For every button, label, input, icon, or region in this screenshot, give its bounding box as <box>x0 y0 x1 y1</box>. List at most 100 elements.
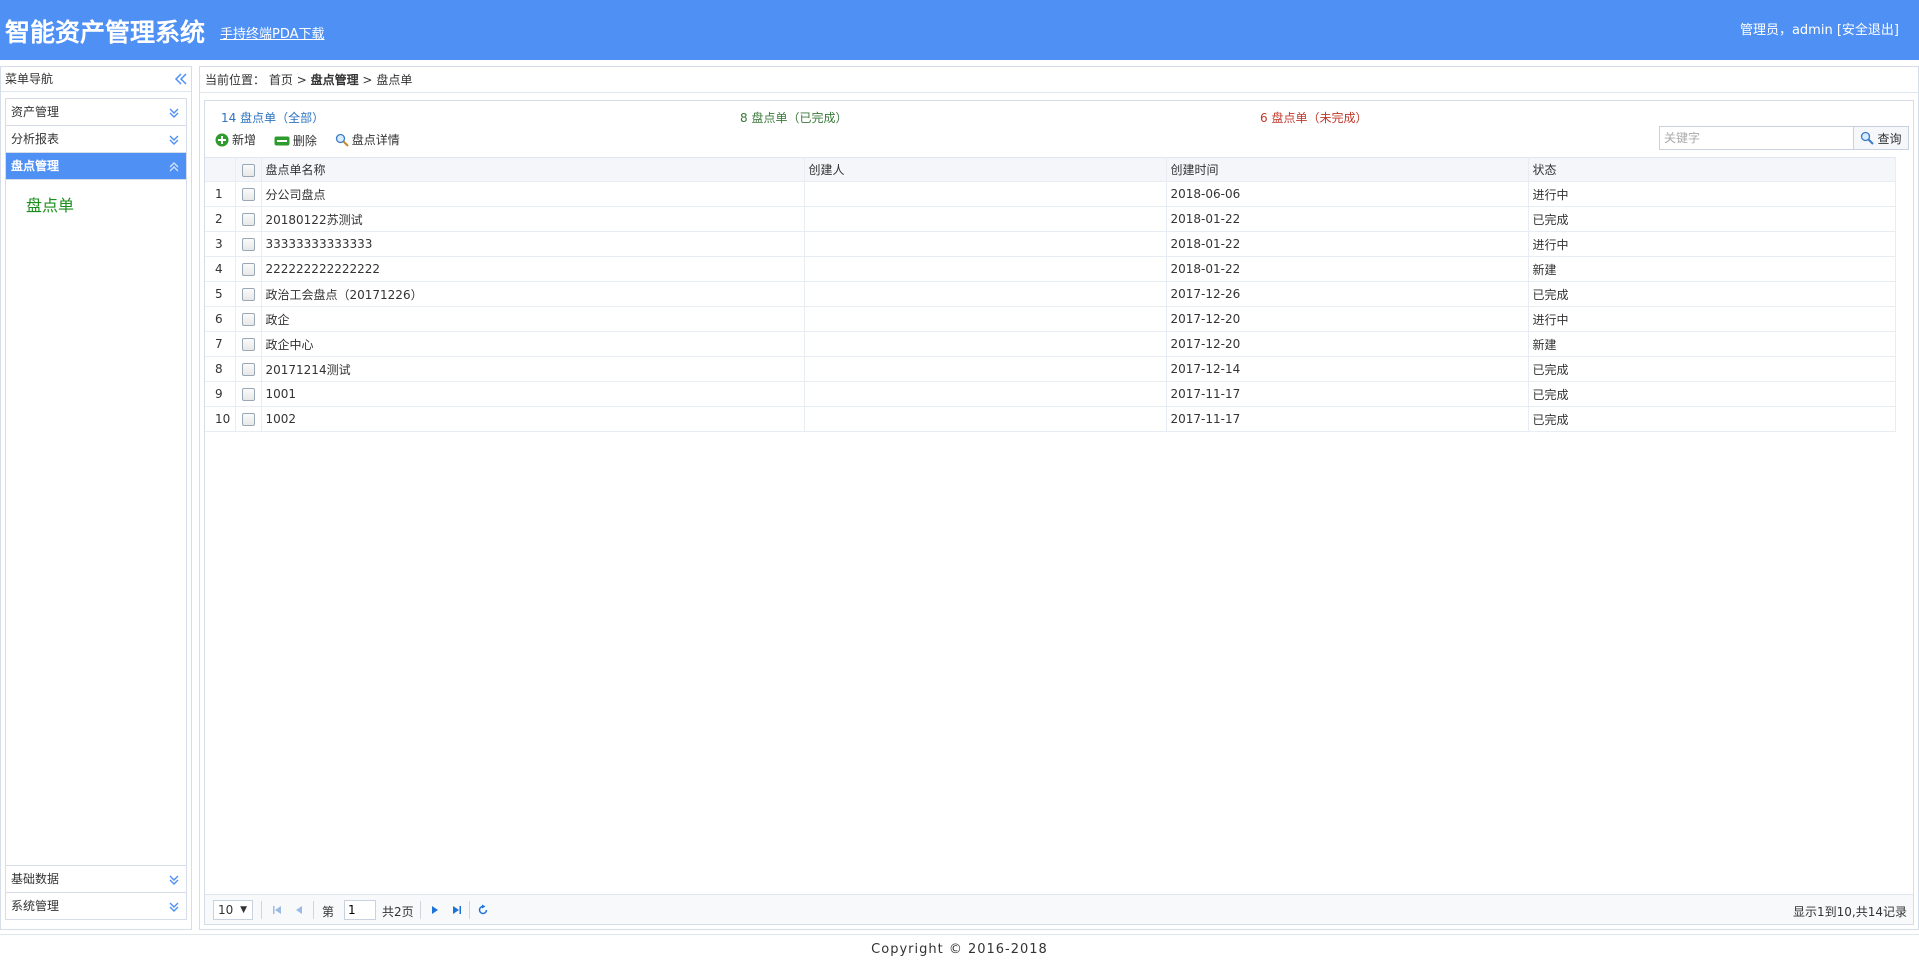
cell-name: 20171214测试 <box>261 356 805 382</box>
cell-time: 2017-12-26 <box>1166 281 1529 307</box>
row-checkbox-cell[interactable] <box>235 281 262 307</box>
row-checkbox[interactable] <box>241 188 255 201</box>
row-checkbox[interactable] <box>241 288 255 301</box>
page-size-select[interactable]: 10 ▼ <box>213 900 253 920</box>
sidebar-item-analysis-report[interactable]: 分析报表 <box>6 126 186 153</box>
row-checkbox[interactable] <box>241 213 255 226</box>
row-checkbox-cell[interactable] <box>235 231 262 257</box>
cell-status: 已完成 <box>1528 281 1896 307</box>
page-size-value: 10 <box>218 903 234 917</box>
delete-button[interactable]: 删除 <box>274 132 317 149</box>
cell-creator <box>804 331 1167 357</box>
refresh-icon[interactable] <box>477 904 489 916</box>
row-checkbox-cell[interactable] <box>235 256 262 282</box>
cell-creator <box>804 281 1167 307</box>
row-checkbox-cell[interactable] <box>235 406 262 432</box>
cell-creator <box>804 306 1167 332</box>
row-number: 5 <box>205 281 236 307</box>
row-checkbox-cell[interactable] <box>235 331 262 357</box>
row-checkbox-cell[interactable] <box>235 381 262 407</box>
table-row[interactable]: 1 分公司盘点 2018-06-06 进行中 <box>205 181 1896 207</box>
cell-creator <box>804 181 1167 207</box>
cell-status: 已完成 <box>1528 406 1896 432</box>
search-box: 查询 <box>1659 126 1909 150</box>
double-chevron-up-icon <box>169 162 179 172</box>
table-row[interactable]: 5 政治工会盘点（20171226） 2017-12-26 已完成 <box>205 281 1896 307</box>
row-checkbox[interactable] <box>241 338 255 351</box>
first-page-icon[interactable] <box>271 904 283 916</box>
cell-creator <box>804 231 1167 257</box>
pda-download-link[interactable]: 手持终端PDA下载 <box>220 23 325 42</box>
detail-button-label: 盘点详情 <box>351 133 400 147</box>
row-checkbox-cell[interactable] <box>235 306 262 332</box>
cell-name: 政企 <box>261 306 805 332</box>
select-all-checkbox[interactable] <box>241 163 255 177</box>
table-row[interactable]: 10 1002 2017-11-17 已完成 <box>205 406 1896 432</box>
row-checkbox-cell[interactable] <box>235 206 262 232</box>
dropdown-arrow-icon: ▼ <box>240 905 247 915</box>
cell-name: 政企中心 <box>261 331 805 357</box>
prev-page-icon[interactable] <box>293 904 305 916</box>
table-row[interactable]: 4 222222222222222 2018-01-22 新建 <box>205 256 1896 282</box>
add-button[interactable]: 新增 <box>215 131 256 148</box>
row-checkbox-cell[interactable] <box>235 356 262 382</box>
row-checkbox[interactable] <box>241 388 255 401</box>
detail-button[interactable]: 盘点详情 <box>335 131 400 148</box>
page-total: 共2页 <box>382 905 414 919</box>
search-button[interactable]: 查询 <box>1854 126 1909 150</box>
cell-name: 20180122苏测试 <box>261 206 805 232</box>
row-number: 10 <box>205 406 236 432</box>
accordion-top: 资产管理 分析报表 盘点管理 盘点单 基础数据 系统管理 <box>5 99 187 920</box>
table-row[interactable]: 7 政企中心 2017-12-20 新建 <box>205 331 1896 357</box>
breadcrumb-prefix: 当前位置： <box>205 73 266 87</box>
sidebar-title: 菜单导航 <box>5 72 54 86</box>
summary-all[interactable]: 14 盘点单（全部） <box>221 109 324 126</box>
select-all-header[interactable] <box>235 157 262 182</box>
inventory-panel: 14 盘点单（全部） 8 盘点单（已完成） 6 盘点单（未完成） 新增 删除 盘… <box>204 100 1914 925</box>
search-button-label: 查询 <box>1877 131 1902 146</box>
menu-item-inventory-sheet[interactable]: 盘点单 <box>6 180 186 216</box>
summary-done[interactable]: 8 盘点单（已完成） <box>740 109 847 126</box>
cell-status: 已完成 <box>1528 206 1896 232</box>
double-chevron-left-icon[interactable] <box>174 72 188 86</box>
table-row[interactable]: 3 33333333333333 2018-01-22 进行中 <box>205 231 1896 257</box>
sidebar-item-basic-data[interactable]: 基础数据 <box>6 866 186 893</box>
breadcrumb-separator: > <box>296 73 307 87</box>
pagination-bar: 10 ▼ 第 共2页 <box>205 894 1913 924</box>
search-input[interactable] <box>1659 126 1854 150</box>
sidebar-item-inventory-management[interactable]: 盘点管理 <box>6 153 186 180</box>
row-checkbox[interactable] <box>241 238 255 251</box>
summary-undone[interactable]: 6 盘点单（未完成） <box>1260 109 1367 126</box>
breadcrumb: 当前位置： 首页 > 盘点管理 > 盘点单 <box>200 67 1918 93</box>
sidebar-item-asset-management[interactable]: 资产管理 <box>6 99 186 126</box>
toolbar: 新增 删除 盘点详情 <box>215 131 414 151</box>
next-page-icon[interactable] <box>429 904 441 916</box>
user-name: 管理员，admin <box>1739 23 1833 38</box>
cell-time: 2018-01-22 <box>1166 206 1529 232</box>
table-row[interactable]: 6 政企 2017-12-20 进行中 <box>205 306 1896 332</box>
inventory-table: 盘点单名称 创建人 创建时间 状态 1 分公司盘点 2018-06-06 进行中 2 20… <box>205 157 1896 432</box>
table-row[interactable]: 9 1001 2017-11-17 已完成 <box>205 381 1896 407</box>
table-row[interactable]: 2 20180122苏测试 2018-01-22 已完成 <box>205 206 1896 232</box>
row-checkbox[interactable] <box>241 263 255 276</box>
sidebar-item-system-management[interactable]: 系统管理 <box>6 893 186 920</box>
row-number: 4 <box>205 256 236 282</box>
row-checkbox[interactable] <box>241 363 255 376</box>
table-row[interactable]: 8 20171214测试 2017-12-14 已完成 <box>205 356 1896 382</box>
cell-creator <box>804 406 1167 432</box>
column-header-creator[interactable]: 创建人 <box>804 157 1167 182</box>
row-number: 9 <box>205 381 236 407</box>
page-number-input[interactable] <box>344 900 376 920</box>
logout-link[interactable]: [安全退出] <box>1837 23 1899 38</box>
last-page-icon[interactable] <box>451 904 463 916</box>
column-header-name[interactable]: 盘点单名称 <box>261 157 805 182</box>
cell-status: 新建 <box>1528 331 1896 357</box>
column-header-status[interactable]: 状态 <box>1528 157 1896 182</box>
breadcrumb-level1: 盘点管理 <box>310 73 359 87</box>
row-checkbox-cell[interactable] <box>235 181 262 207</box>
column-header-time[interactable]: 创建时间 <box>1166 157 1529 182</box>
sidebar-item-label: 系统管理 <box>11 899 60 913</box>
row-checkbox[interactable] <box>241 313 255 326</box>
breadcrumb-home[interactable]: 首页 <box>269 73 293 87</box>
row-checkbox[interactable] <box>241 413 255 426</box>
